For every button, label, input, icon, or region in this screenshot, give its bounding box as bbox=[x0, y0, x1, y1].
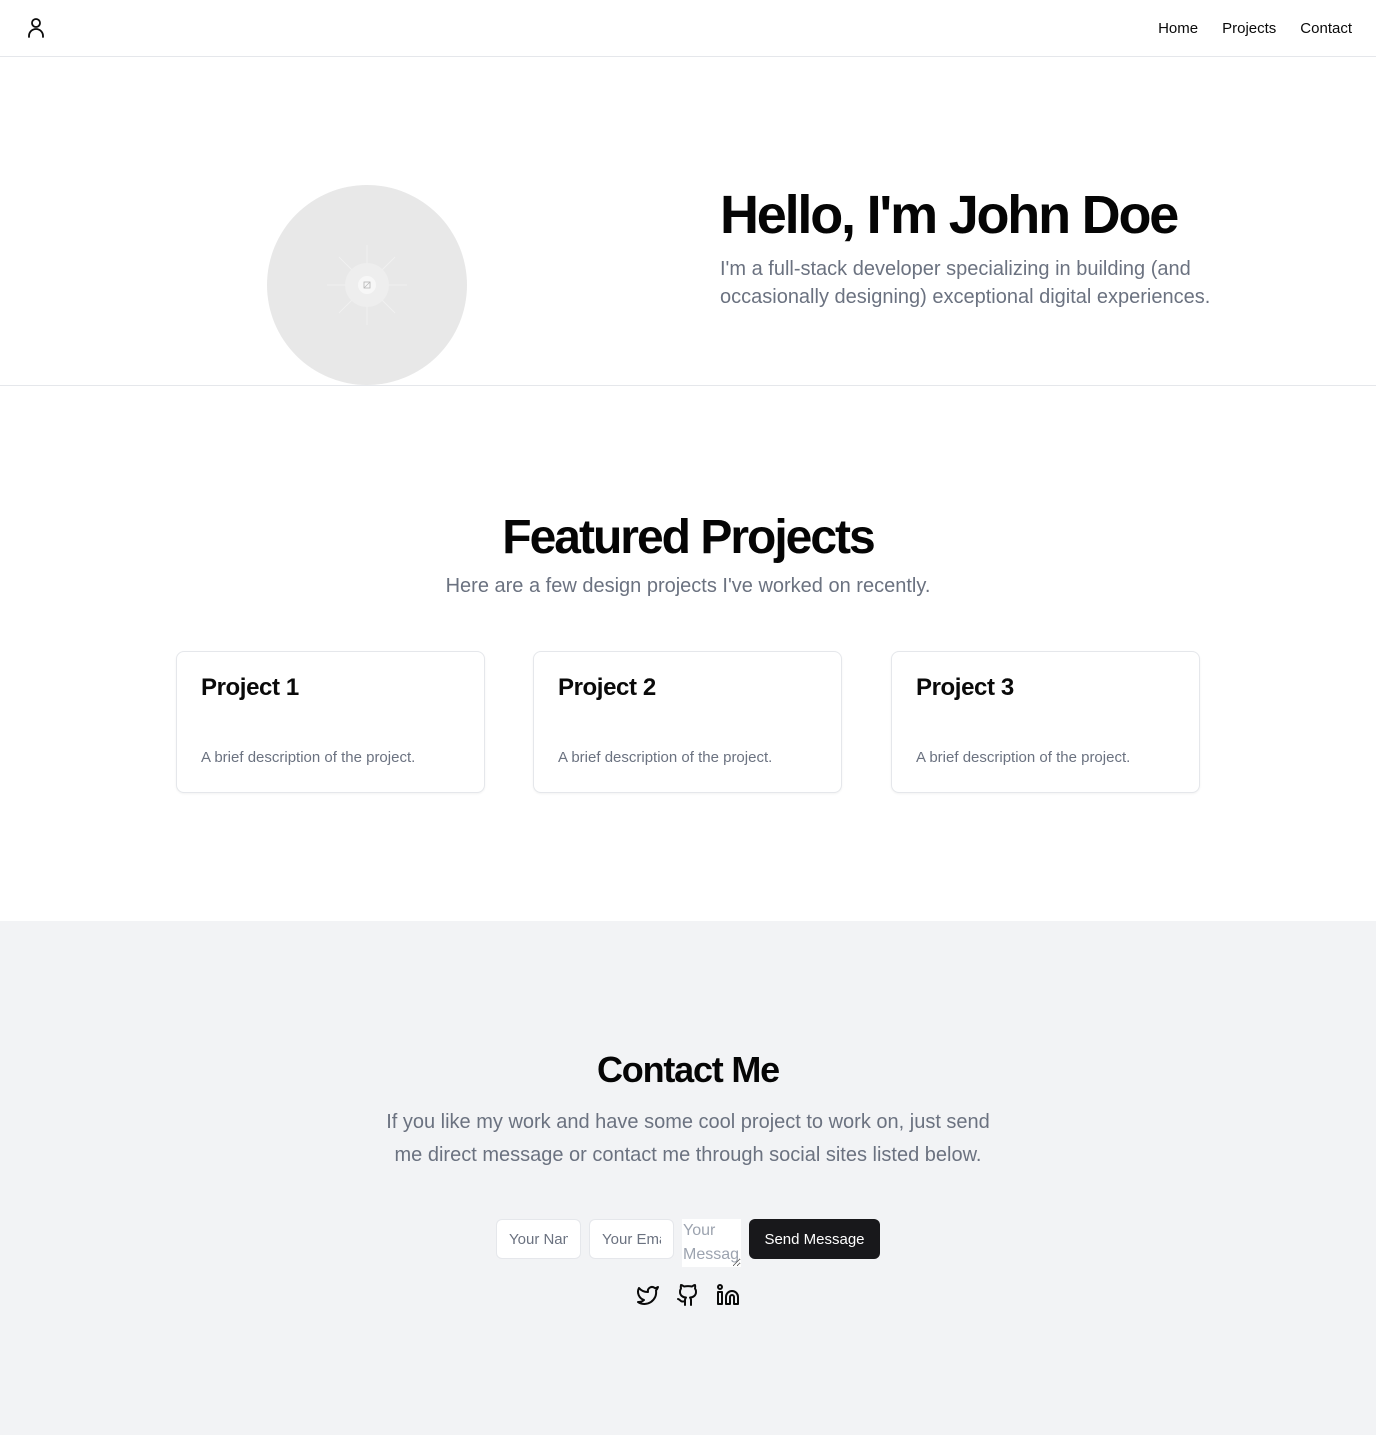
main-nav: Home Projects Contact bbox=[1158, 20, 1352, 37]
projects-subtitle: Here are a few design projects I've work… bbox=[445, 575, 931, 597]
project-description: A brief description of the project. bbox=[201, 749, 416, 766]
nav-contact[interactable]: Contact bbox=[1300, 20, 1352, 37]
linkedin-icon[interactable] bbox=[716, 1283, 740, 1307]
project-description: A brief description of the project. bbox=[558, 749, 773, 766]
contact-title: Contact Me bbox=[596, 1049, 780, 1090]
name-field[interactable] bbox=[496, 1219, 581, 1259]
project-title: Project 2 bbox=[558, 674, 656, 701]
project-card-3[interactable]: Project 3 A brief description of the pro… bbox=[891, 651, 1200, 793]
message-field[interactable] bbox=[682, 1219, 741, 1267]
send-message-button[interactable]: Send Message bbox=[749, 1219, 880, 1259]
site-header: Home Projects Contact bbox=[0, 0, 1376, 57]
hero-subtitle: I'm a full-stack developer specializing … bbox=[720, 258, 1211, 308]
nav-projects[interactable]: Projects bbox=[1222, 20, 1276, 37]
project-card-1[interactable]: Project 1 A brief description of the pro… bbox=[176, 651, 485, 793]
user-icon[interactable] bbox=[24, 16, 48, 40]
project-title: Project 3 bbox=[916, 674, 1014, 701]
social-links bbox=[636, 1283, 740, 1307]
image-placeholder-icon bbox=[327, 245, 407, 325]
email-field[interactable] bbox=[589, 1219, 674, 1259]
nav-home[interactable]: Home bbox=[1158, 20, 1198, 37]
github-icon[interactable] bbox=[676, 1283, 700, 1307]
projects-title: Featured Projects bbox=[502, 511, 875, 564]
contact-section: Contact Me If you like my work and have … bbox=[0, 921, 1376, 1435]
contact-subtitle: If you like my work and have some cool p… bbox=[386, 1111, 990, 1166]
project-description: A brief description of the project. bbox=[916, 749, 1131, 766]
twitter-icon[interactable] bbox=[636, 1283, 660, 1307]
hero-section: Hello, I'm John Doe I'm a full-stack dev… bbox=[0, 57, 1376, 386]
hero-title: Hello, I'm John Doe bbox=[720, 185, 1179, 245]
project-card-2[interactable]: Project 2 A brief description of the pro… bbox=[533, 651, 842, 793]
project-title: Project 1 bbox=[201, 674, 299, 701]
avatar bbox=[267, 185, 467, 385]
